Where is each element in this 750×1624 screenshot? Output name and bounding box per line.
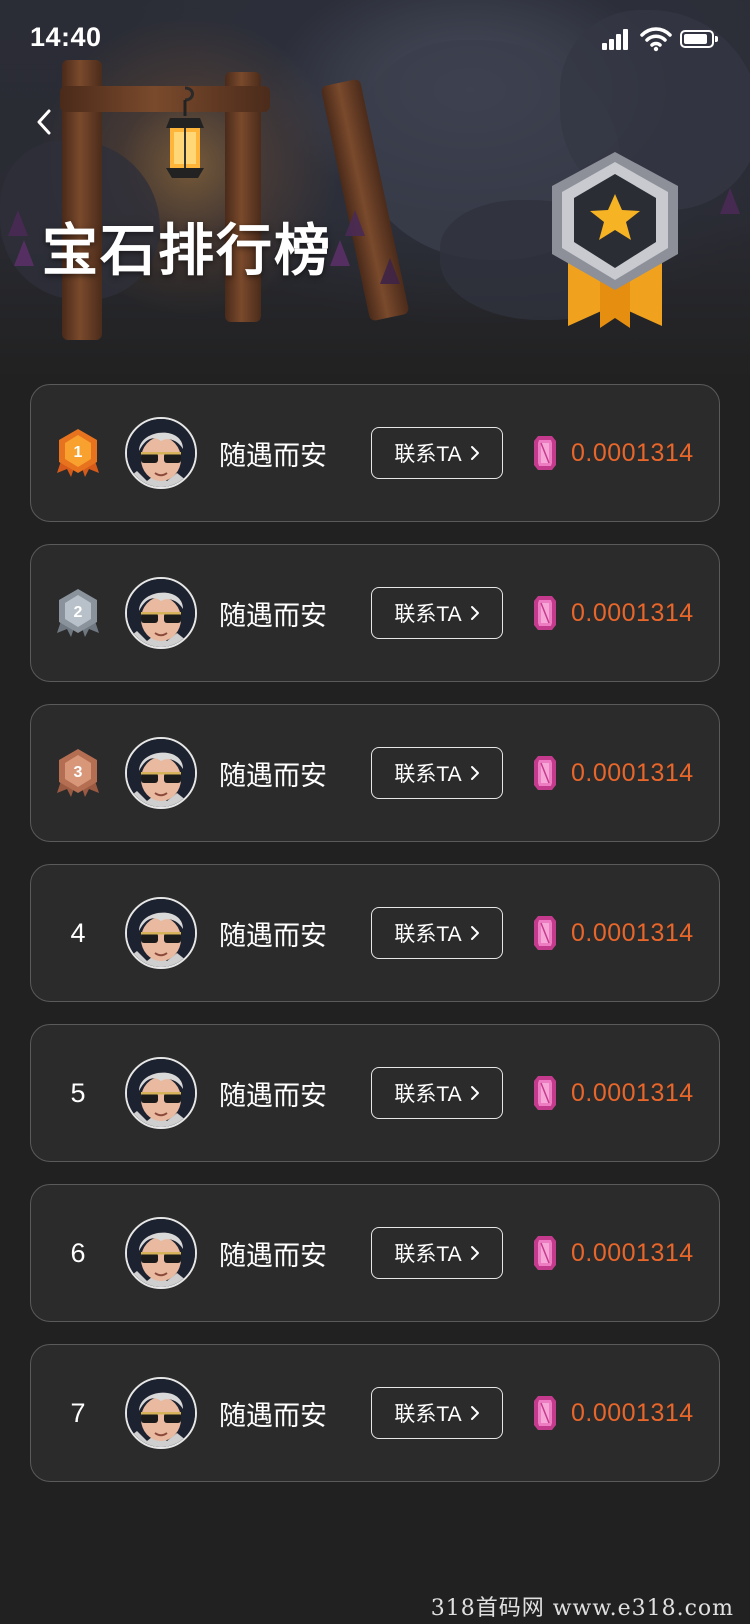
contact-button[interactable]: 联系TA (371, 1387, 503, 1439)
gem-value: 0.0001314 (571, 1238, 694, 1267)
rank-indicator: 6 (31, 1185, 125, 1321)
rank-number: 6 (70, 1237, 86, 1268)
user-name: 随遇而安 (219, 440, 327, 472)
rank-indicator: 4 (31, 865, 125, 1001)
contact-button[interactable]: 联系TA (371, 1067, 503, 1119)
rank-indicator: 3 (31, 705, 125, 841)
gem-icon (533, 755, 557, 791)
avatar-image (127, 1059, 195, 1127)
gem-value: 0.0001314 (571, 918, 694, 947)
ranking-list: 1 随遇而安 联系TA 0.0001314 2 随遇而安 联系TA 0.0001314 3 随遇而… (30, 384, 720, 1504)
list-item[interactable]: 1 随遇而安 联系TA 0.0001314 (30, 384, 720, 522)
avatar-image (127, 419, 195, 487)
avatar[interactable] (125, 1217, 197, 1289)
rank-indicator: 2 (31, 545, 125, 681)
status-time: 14:40 (30, 22, 102, 52)
contact-button-label: 联系TA (394, 1403, 462, 1426)
rank-badge-number: 3 (74, 764, 83, 781)
gem-value: 0.0001314 (571, 1398, 694, 1427)
avatar[interactable] (125, 417, 197, 489)
rank-bronze-badge-icon: 3 (57, 749, 99, 797)
rank-gold-badge-icon: 1 (57, 429, 99, 477)
watermark: 318首码网 www.e318.com (430, 1596, 734, 1621)
contact-button-label: 联系TA (394, 1243, 462, 1266)
chevron-right-icon (470, 1246, 479, 1260)
gem-icon (533, 435, 557, 471)
rank-indicator: 5 (31, 1025, 125, 1161)
chevron-right-icon (470, 926, 479, 940)
gem-icon (533, 1075, 557, 1111)
user-name: 随遇而安 (219, 920, 327, 952)
avatar[interactable] (125, 737, 197, 809)
contact-button[interactable]: 联系TA (371, 1227, 503, 1279)
rank-indicator: 7 (31, 1345, 125, 1481)
rank-silver-badge-icon: 2 (57, 589, 99, 637)
chevron-right-icon (470, 1406, 479, 1420)
rank-indicator: 1 (31, 385, 125, 521)
contact-button[interactable]: 联系TA (371, 427, 503, 479)
page-title: 宝石排行榜 (42, 219, 332, 284)
back-button[interactable] (24, 102, 64, 142)
medal-icon (552, 152, 678, 328)
gem-value: 0.0001314 (571, 758, 694, 787)
avatar-image (127, 899, 195, 967)
chevron-right-icon (470, 446, 479, 460)
rank-badge-number: 1 (74, 444, 83, 461)
avatar-image (127, 1219, 195, 1287)
avatar-image (127, 579, 195, 647)
list-item[interactable]: 6 随遇而安 联系TA 0.0001314 (30, 1184, 720, 1322)
cellular-signal-icon (602, 28, 632, 50)
gem-value: 0.0001314 (571, 438, 694, 467)
rank-badge-number: 2 (74, 604, 83, 621)
contact-button-label: 联系TA (394, 923, 462, 946)
rank-number: 4 (70, 917, 86, 948)
contact-button-label: 联系TA (394, 603, 462, 626)
chevron-right-icon (470, 766, 479, 780)
avatar[interactable] (125, 897, 197, 969)
rank-number: 7 (70, 1397, 86, 1428)
gem-icon (533, 1235, 557, 1271)
list-item[interactable]: 7 随遇而安 联系TA 0.0001314 (30, 1344, 720, 1482)
avatar-image (127, 1379, 195, 1447)
list-item[interactable]: 2 随遇而安 联系TA 0.0001314 (30, 544, 720, 682)
avatar[interactable] (125, 1377, 197, 1449)
list-item[interactable]: 4 随遇而安 联系TA 0.0001314 (30, 864, 720, 1002)
user-name: 随遇而安 (219, 600, 327, 632)
contact-button-label: 联系TA (394, 763, 462, 786)
contact-button[interactable]: 联系TA (371, 587, 503, 639)
user-name: 随遇而安 (219, 1240, 327, 1272)
lantern-icon (166, 86, 204, 178)
chevron-right-icon (470, 606, 479, 620)
wifi-icon (640, 27, 672, 52)
gem-icon (533, 1395, 557, 1431)
gem-icon (533, 915, 557, 951)
contact-button[interactable]: 联系TA (371, 907, 503, 959)
gem-value: 0.0001314 (571, 1078, 694, 1107)
battery-icon (680, 30, 718, 48)
gem-icon (533, 595, 557, 631)
contact-button-label: 联系TA (394, 443, 462, 466)
avatar-image (127, 739, 195, 807)
user-name: 随遇而安 (219, 1400, 327, 1432)
list-item[interactable]: 5 随遇而安 联系TA 0.0001314 (30, 1024, 720, 1162)
chevron-right-icon (470, 1086, 479, 1100)
contact-button[interactable]: 联系TA (371, 747, 503, 799)
avatar[interactable] (125, 1057, 197, 1129)
avatar[interactable] (125, 577, 197, 649)
chevron-left-icon (37, 109, 51, 135)
gem-value: 0.0001314 (571, 598, 694, 627)
contact-button-label: 联系TA (394, 1083, 462, 1106)
user-name: 随遇而安 (219, 760, 327, 792)
rank-number: 5 (70, 1077, 86, 1108)
user-name: 随遇而安 (219, 1080, 327, 1112)
list-item[interactable]: 3 随遇而安 联系TA 0.0001314 (30, 704, 720, 842)
status-bar: 14:40 (0, 0, 750, 84)
